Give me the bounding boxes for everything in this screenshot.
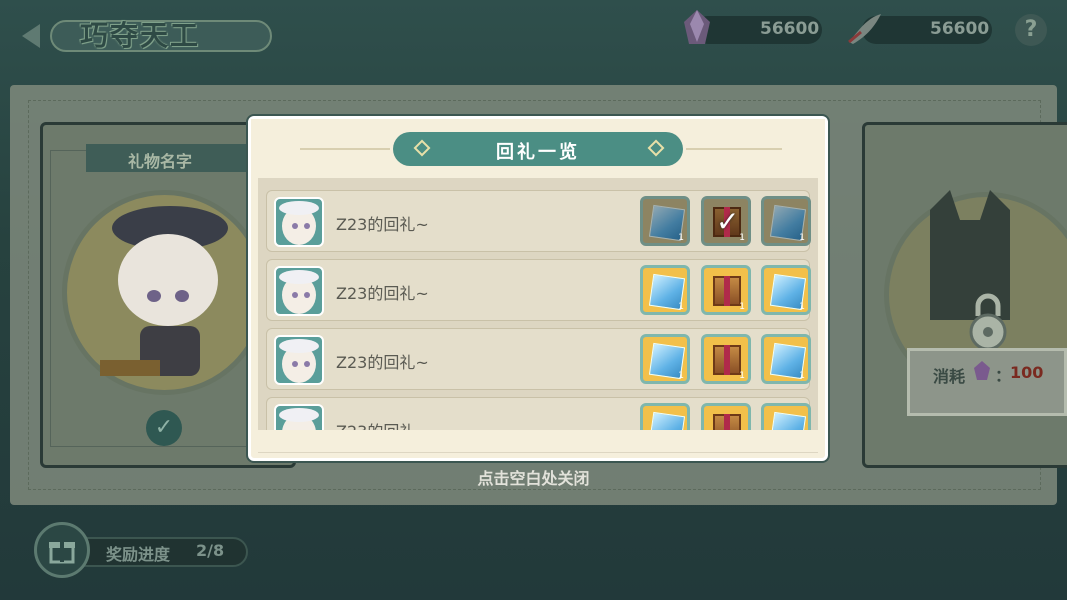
- box-reward-slot[interactable]: 1: [701, 403, 751, 430]
- cube-reward-slot[interactable]: 1: [640, 334, 690, 384]
- progress-value: 2/8: [196, 541, 225, 560]
- cube-reward-slot[interactable]: 1: [761, 265, 811, 315]
- claimed-check-icon: ✓: [716, 205, 740, 238]
- reward-quantity: 1: [799, 371, 805, 381]
- cube-reward-slot[interactable]: 1: [761, 403, 811, 430]
- modal-title: 回礼一览: [496, 142, 580, 163]
- reward-row-label: Z23的回礼~: [336, 215, 429, 234]
- reward-quantity: 1: [678, 302, 684, 312]
- box-reward-slot[interactable]: 1: [701, 265, 751, 315]
- cube-icon: [648, 411, 686, 430]
- reward-quantity: 1: [739, 371, 745, 381]
- character-avatar: [274, 197, 324, 247]
- reward-row-label: Z23的回礼~: [336, 418, 429, 430]
- feather-icon: [848, 14, 881, 44]
- box-reward-slot[interactable]: ✓ 1: [701, 196, 751, 246]
- reward-row-label: Z23的回礼~: [336, 284, 429, 303]
- character-avatar: [274, 404, 324, 430]
- header-ornament-left: [300, 148, 390, 150]
- reward-row: Z23的回礼~111: [266, 397, 811, 430]
- modal-footer: [258, 430, 818, 452]
- progress-label: 奖励进度: [106, 545, 171, 564]
- reward-row-label: Z23的回礼~: [336, 353, 429, 372]
- reward-quantity: 1: [678, 371, 684, 381]
- cost-value: 100: [1010, 363, 1044, 382]
- back-arrow-icon[interactable]: [18, 22, 42, 50]
- character-chibi-icon: [100, 206, 228, 376]
- gift-box-icon: [49, 542, 75, 564]
- crystal-icon: [974, 361, 990, 380]
- header-ornament-right: [686, 148, 782, 150]
- reward-quantity: 1: [739, 302, 745, 312]
- currency-crystal-value: 56600: [760, 19, 820, 39]
- gift-name-label: 礼物名字: [128, 152, 193, 171]
- reward-quantity: 1: [739, 233, 745, 243]
- cost-label: 消耗: [933, 367, 966, 386]
- crystal-icon: [684, 10, 710, 44]
- reward-row: Z23的回礼~ 1 1 1: [266, 328, 811, 390]
- close-hint[interactable]: 点击空白处关闭: [0, 465, 1067, 489]
- selected-check-icon[interactable]: ✓: [146, 410, 182, 446]
- reward-row: Z23的回礼~ 1 1 1: [266, 259, 811, 321]
- cost-separator: ：: [995, 366, 1012, 385]
- cube-reward-slot[interactable]: 1: [761, 196, 811, 246]
- reward-quantity: 1: [799, 233, 805, 243]
- cube-reward-slot[interactable]: 1: [761, 334, 811, 384]
- currency-feather-value: 56600: [930, 19, 990, 39]
- cube-reward-slot[interactable]: 1: [640, 196, 690, 246]
- character-avatar: [274, 335, 324, 385]
- lock-icon: [969, 293, 1007, 351]
- character-avatar: [274, 266, 324, 316]
- reward-quantity: 1: [799, 302, 805, 312]
- reward-quantity: 1: [678, 233, 684, 243]
- cost-box: [907, 348, 1067, 416]
- cube-reward-slot[interactable]: 1: [640, 265, 690, 315]
- box-reward-slot[interactable]: 1: [701, 334, 751, 384]
- reward-list[interactable]: Z23的回礼~1✓11Z23的回礼~111Z23的回礼~111Z23的回礼~11…: [258, 180, 818, 430]
- cube-reward-slot[interactable]: 1: [640, 403, 690, 430]
- reward-row: Z23的回礼~ 1 ✓ 1 1: [266, 190, 811, 252]
- cube-icon: [769, 411, 807, 430]
- page-title: 巧夺天工: [80, 19, 201, 52]
- help-button[interactable]: ?: [1015, 14, 1047, 46]
